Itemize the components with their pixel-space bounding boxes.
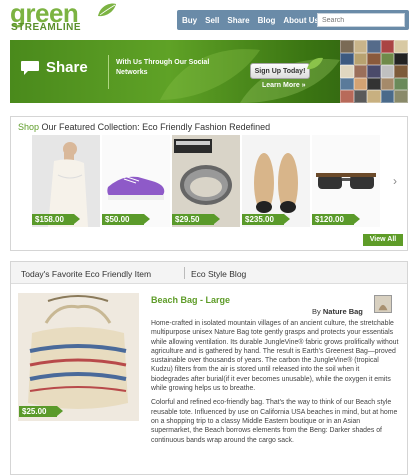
price-tag: $25.00 [19,406,63,417]
beach-bag-image[interactable] [18,293,139,421]
price-tag: $120.00 [312,214,360,225]
price-tag: $50.00 [102,214,150,225]
search-input[interactable] [317,13,405,27]
price-tag: $158.00 [32,214,80,225]
product-card-ring[interactable]: $29.50 [172,135,240,227]
description-paragraph: Home-crafted in isolated mountain villag… [151,320,399,393]
product-card-sunglasses[interactable]: $120.00 [312,135,380,227]
banner-title: Share [46,59,88,76]
product-card-sneaker[interactable]: $50.00 [102,135,170,227]
price-tag: $29.50 [172,214,220,225]
header: green STREAMLINE Buy Sell Share Blog Abo… [0,0,418,38]
photo-mosaic [340,40,408,103]
tab-favorite-item[interactable]: Today's Favorite Eco Friendly Item [21,269,151,279]
product-card-dress[interactable]: $158.00 [32,135,100,227]
nav-buy[interactable]: Buy [182,16,197,25]
price-tag: $235.00 [242,214,290,225]
share-banner[interactable]: Share With Us Through Our Social Network… [10,40,408,103]
banner-tagline: With Us Through Our Social Networks [116,59,210,76]
tab-eco-style-blog[interactable]: Eco Style Blog [191,269,246,279]
item-title-link[interactable]: Beach Bag - Large [151,295,230,305]
sign-up-button[interactable]: Sign Up Today! [250,63,310,79]
featured-collection-panel: Shop Our Featured Collection: Eco Friend… [10,116,408,251]
view-all-button[interactable]: View All [363,234,403,246]
carousel-next-icon[interactable]: › [393,174,403,188]
description-paragraph: Colorful and refined eco-friendly bag. T… [151,399,398,444]
author-avatar[interactable] [374,295,392,313]
item-description: Home-crafted in isolated mountain villag… [151,319,399,450]
nav-about-us[interactable]: About Us [283,16,319,25]
nav-share[interactable]: Share [227,16,249,25]
logo-word-streamline: STREAMLINE [11,22,81,33]
nav-blog[interactable]: Blog [258,16,276,25]
item-byline: By Nature Bag [312,307,363,316]
panel-tabs: Today's Favorite Eco Friendly Item Eco S… [11,262,407,284]
banner-divider [108,55,109,89]
nav-sell[interactable]: Sell [205,16,219,25]
top-nav: Buy Sell Share Blog About Us [177,10,409,30]
leaf-logo-icon [98,3,116,17]
tab-divider [184,267,185,279]
author-name[interactable]: Nature Bag [323,307,363,316]
learn-more-link[interactable]: Learn More » [262,82,306,89]
featured-collection-title: Shop Our Featured Collection: Eco Friend… [18,122,271,132]
product-card-shoes[interactable]: $235.00 [242,135,310,227]
site-logo[interactable]: green STREAMLINE [10,0,120,36]
favorite-item-panel: Today's Favorite Eco Friendly Item Eco S… [10,261,408,475]
speech-bubble-icon [21,61,39,75]
leaf-icon [307,57,323,70]
